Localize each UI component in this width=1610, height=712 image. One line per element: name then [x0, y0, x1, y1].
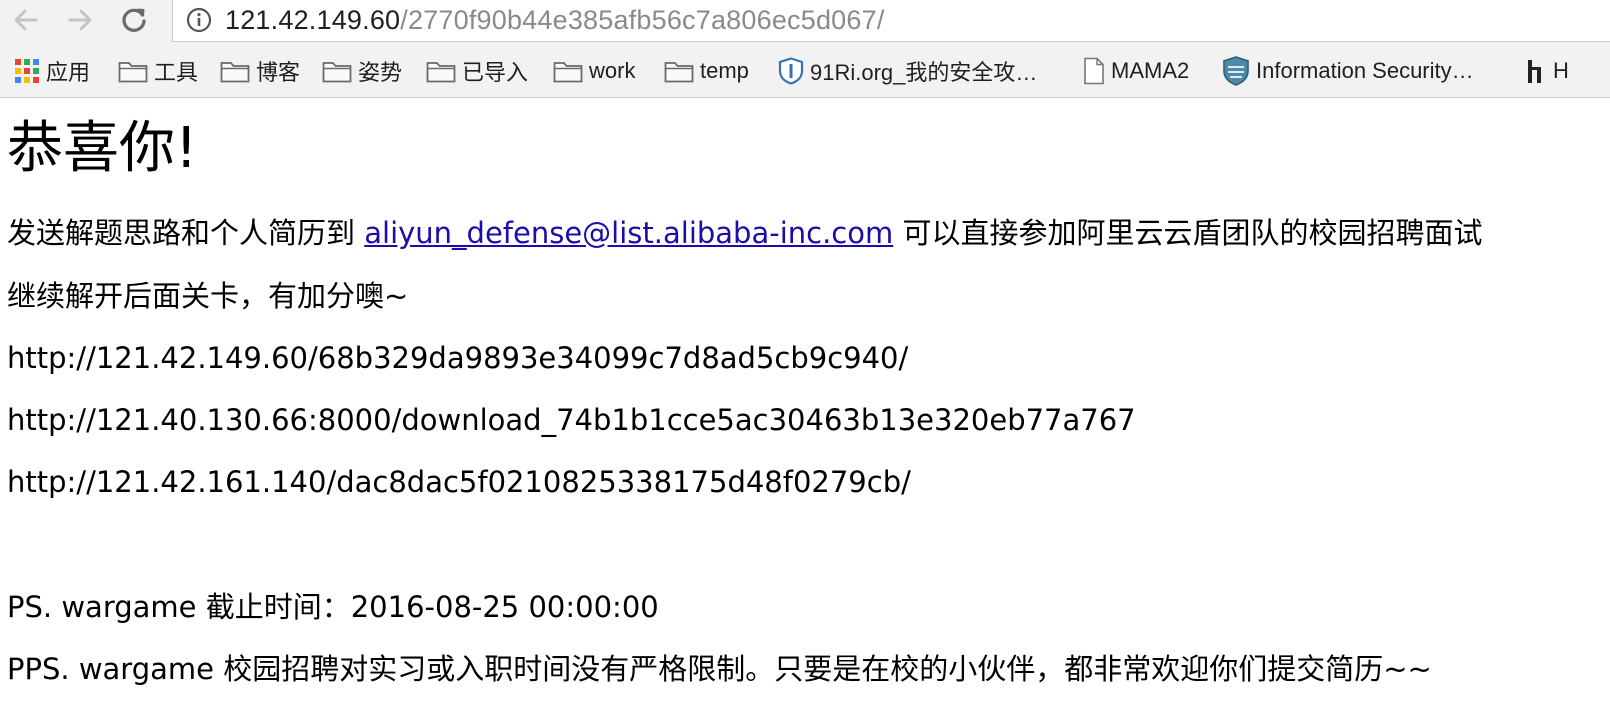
url-path: /2770f90b44e385afb56c7a806ec5d067/ [400, 5, 885, 35]
bookmark-folder-temp[interactable]: temp [664, 56, 749, 86]
bookmarks-bar: 应用 工具 博客 姿势 已导入 work temp 91Ri.org_我的安全攻… [0, 46, 1610, 98]
folder-icon [664, 59, 694, 83]
info-circle-icon [186, 7, 212, 33]
arrow-right-icon [68, 9, 92, 31]
page-icon [1083, 57, 1105, 85]
apps-grid-icon [14, 58, 40, 84]
challenge-link: http://121.42.161.140/dac8dac5f021082533… [7, 465, 911, 499]
folder-icon [426, 59, 456, 83]
folder-icon [322, 59, 352, 83]
bookmark-h[interactable]: H [1525, 56, 1569, 86]
bookmark-folder-imported[interactable]: 已导入 [426, 56, 528, 86]
continue-text: 继续解开后面关卡，有加分噢~ [7, 279, 409, 313]
bookmark-folder-posture[interactable]: 姿势 [322, 56, 402, 86]
back-button[interactable] [8, 2, 44, 38]
bookmark-label: H [1553, 58, 1569, 83]
bookmark-label: work [589, 58, 636, 83]
url-host: 121.42.149.60 [225, 5, 401, 35]
resume-instructions: 发送解题思路和个人简历到 aliyun_defense@list.alibaba… [7, 213, 1482, 253]
shield-icon [778, 57, 804, 85]
bookmark-label: Information Security… [1256, 58, 1474, 83]
bookmark-label: MAMA2 [1111, 58, 1190, 83]
bookmark-label: 工具 [154, 60, 199, 85]
challenge-link: http://121.42.149.60/68b329da9893e34099c… [7, 341, 909, 375]
reload-icon [122, 8, 146, 32]
bookmark-label: 博客 [256, 60, 301, 85]
bookmark-label: temp [700, 58, 749, 83]
pps-note: PPS. wargame 校园招聘对实习或入职时间没有严格限制。只要是在校的小伙… [7, 652, 1432, 686]
bookmark-information-security[interactable]: Information Security… [1222, 56, 1474, 86]
bookmark-apps[interactable]: 应用 [14, 56, 90, 86]
bookmark-91ri[interactable]: 91Ri.org_我的安全攻… [778, 56, 1037, 86]
bookmark-folder-blog[interactable]: 博客 [220, 56, 300, 86]
address-bar[interactable]: 121.42.149.60/2770f90b44e385afb56c7a806e… [172, 0, 1610, 42]
folder-icon [553, 59, 583, 83]
bookmark-label: 已导入 [462, 60, 529, 85]
forward-button[interactable] [62, 2, 98, 38]
url-text[interactable]: 121.42.149.60/2770f90b44e385afb56c7a806e… [225, 3, 885, 37]
bookmark-label: 姿势 [358, 60, 403, 85]
reload-button[interactable] [116, 2, 152, 38]
email-link[interactable]: aliyun_defense@list.alibaba-inc.com [364, 216, 893, 250]
site-info-button[interactable] [185, 6, 213, 34]
page-heading: 恭喜你! [7, 116, 198, 181]
resume-suffix: 可以直接参加阿里云云盾团队的校园招聘面试 [893, 216, 1483, 250]
bookmark-folder-work[interactable]: work [553, 56, 635, 86]
security-shield-icon [1222, 56, 1250, 86]
browser-toolbar: 121.42.149.60/2770f90b44e385afb56c7a806e… [0, 0, 1610, 46]
bookmark-label: 91Ri.org_我的安全攻… [810, 60, 1038, 85]
bookmark-mama2[interactable]: MAMA2 [1083, 56, 1189, 86]
folder-icon [118, 59, 148, 83]
bookmark-h-icon [1525, 57, 1547, 85]
bookmark-label: 应用 [46, 60, 91, 85]
arrow-left-icon [14, 9, 38, 31]
bookmark-folder-tools[interactable]: 工具 [118, 56, 198, 86]
folder-icon [220, 59, 250, 83]
challenge-link: http://121.40.130.66:8000/download_74b1b… [7, 403, 1136, 437]
ps-deadline: PS. wargame 截止时间：2016-08-25 00:00:00 [7, 590, 659, 624]
resume-prefix: 发送解题思路和个人简历到 [7, 216, 365, 250]
